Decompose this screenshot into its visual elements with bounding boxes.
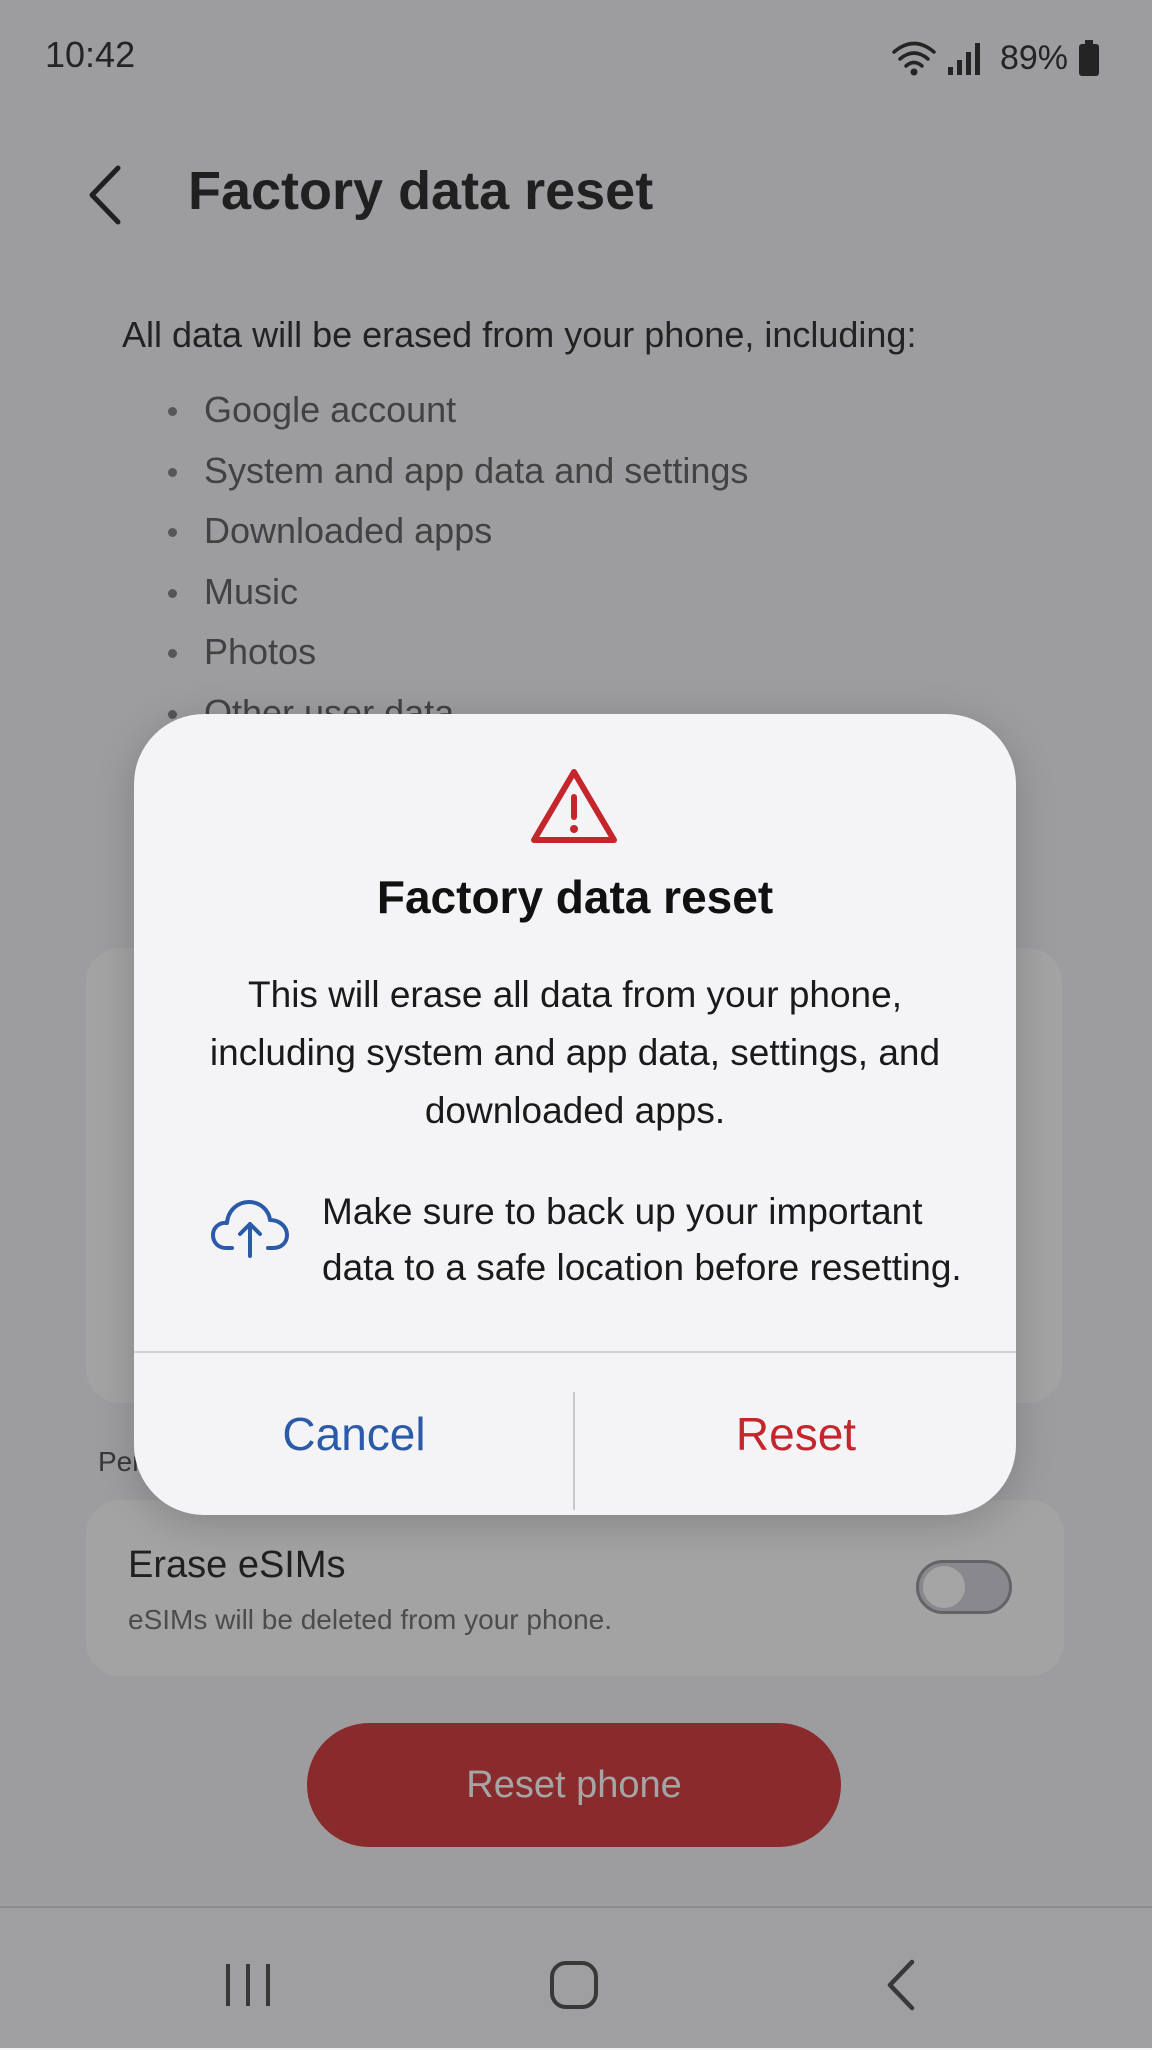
dialog-divider <box>134 1351 1016 1353</box>
factory-reset-dialog: Factory data reset This will erase all d… <box>134 714 1016 1515</box>
cancel-button[interactable]: Cancel <box>134 1354 574 1514</box>
button-divider <box>573 1392 575 1510</box>
warning-triangle-icon <box>531 769 617 843</box>
dialog-message: This will erase all data from your phone… <box>209 974 941 1131</box>
cloud-upload-icon <box>211 1200 289 1258</box>
dialog-title: Factory data reset <box>376 871 774 923</box>
backup-reminder: Make sure to back up your important data… <box>322 1191 962 1288</box>
reset-button[interactable]: Reset <box>576 1354 1016 1514</box>
